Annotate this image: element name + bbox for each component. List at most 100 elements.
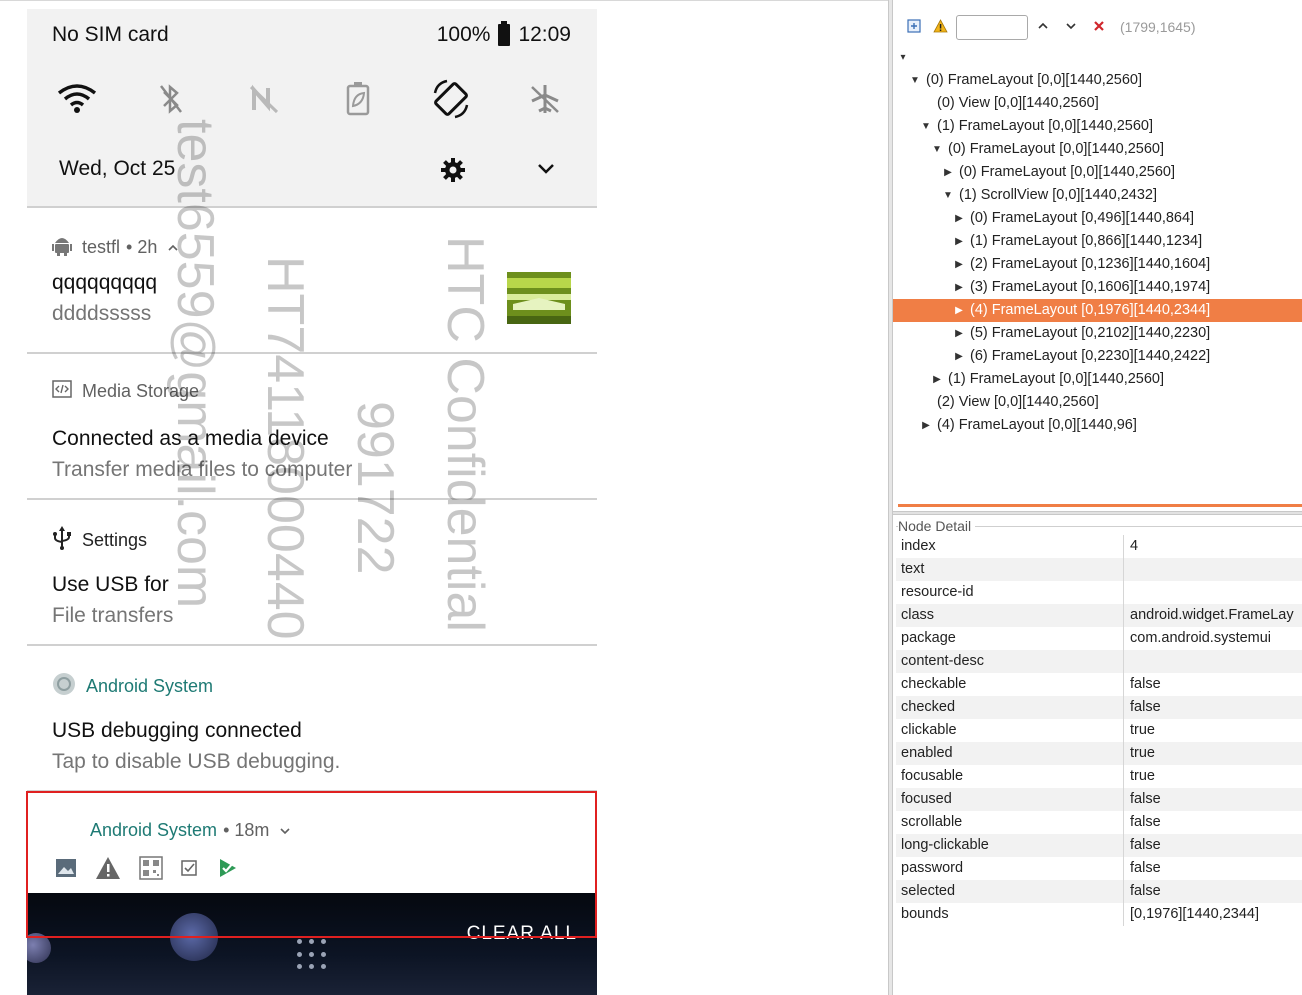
notification-media-storage[interactable]: Media Storage Connected as a media devic…	[27, 352, 597, 500]
property-row[interactable]: selected false	[896, 880, 1302, 903]
tree-node[interactable]: ▶ (6) FrameLayout [0,2230][1440,2422]	[893, 345, 1302, 368]
tree-node[interactable]: ▼ (1) ScrollView [0,0][1440,2432]	[893, 184, 1302, 207]
tree-root-arrow[interactable]: ▾	[897, 46, 909, 69]
tree-node[interactable]: ▶ (2) FrameLayout [0,1236][1440,1604]	[893, 253, 1302, 276]
collapse-arrow-icon[interactable]: ▼	[931, 138, 943, 161]
nfc-off-icon[interactable]	[244, 79, 284, 119]
app-drawer-icon[interactable]	[297, 939, 329, 971]
collapse-arrow-icon[interactable]: ▼	[920, 115, 932, 138]
tree-node[interactable]: ▶ (3) FrameLayout [0,1606][1440,1974]	[893, 276, 1302, 299]
collapse-arrow-icon[interactable]: ▼	[909, 69, 921, 92]
column-separator	[1123, 673, 1124, 696]
property-row[interactable]: index 4	[896, 535, 1302, 558]
tree-node[interactable]: (0) View [0,0][1440,2560]	[893, 92, 1302, 115]
expand-arrow-icon[interactable]: ▶	[931, 368, 943, 391]
tree-node[interactable]: ▼ (1) FrameLayout [0,0][1440,2560]	[893, 115, 1302, 138]
tree-node-label: (2) FrameLayout [0,1236][1440,1604]	[970, 256, 1211, 272]
property-key: enabled	[901, 745, 953, 761]
column-separator	[1123, 650, 1124, 673]
wallpaper-orb	[170, 913, 218, 961]
notification-text: File transfers	[52, 604, 174, 627]
notification-testfl[interactable]: testfl • 2h qqqqqqqqq ddddsssss	[27, 206, 597, 354]
property-value: [0,1976][1440,2344]	[1130, 906, 1260, 922]
tree-node[interactable]: ▶ (4) FrameLayout [0,0][1440,96]	[893, 414, 1302, 437]
property-value: true	[1130, 745, 1155, 761]
hierarchy-tree[interactable]: ▾ ▼ (0) FrameLayout [0,0][1440,2560] (0) V…	[893, 46, 1302, 506]
property-key: checkable	[901, 676, 967, 692]
property-row[interactable]: package com.android.systemui	[896, 627, 1302, 650]
tree-node[interactable]: (2) View [0,0][1440,2560]	[893, 391, 1302, 414]
property-row[interactable]: content-desc	[896, 650, 1302, 673]
column-separator	[1123, 696, 1124, 719]
quick-settings-panel: No SIM card 100% 12:09 Wed, Oct 25	[27, 9, 597, 206]
device-screenshot-pane[interactable]: No SIM card 100% 12:09 Wed, Oct 25 testf…	[0, 0, 888, 995]
column-separator	[1123, 811, 1124, 834]
property-key: clickable	[901, 722, 957, 738]
clock: 12:09	[518, 23, 571, 46]
tree-node[interactable]: ▶ (5) FrameLayout [0,2102][1440,2230]	[893, 322, 1302, 345]
chevron-down-icon[interactable]	[279, 820, 291, 841]
notification-android-system-group[interactable]: Android System • 18m	[27, 790, 597, 893]
tree-node[interactable]: ▶ (1) FrameLayout [0,0][1440,2560]	[893, 368, 1302, 391]
expand-arrow-icon[interactable]: ▶	[953, 345, 965, 368]
property-key: resource-id	[901, 584, 974, 600]
property-row[interactable]: bounds [0,1976][1440,2344]	[896, 903, 1302, 926]
tree-node[interactable]: ▶ (1) FrameLayout [0,866][1440,1234]	[893, 230, 1302, 253]
bluetooth-off-icon[interactable]	[151, 79, 191, 119]
property-row[interactable]: checkable false	[896, 673, 1302, 696]
clear-all-button[interactable]: CLEAR ALL	[467, 923, 577, 945]
expand-all-icon[interactable]	[906, 18, 922, 34]
chevron-down-icon[interactable]	[534, 159, 558, 179]
property-row[interactable]: checked false	[896, 696, 1302, 719]
expand-arrow-icon[interactable]: ▶	[953, 276, 965, 299]
phone-screen[interactable]: No SIM card 100% 12:09 Wed, Oct 25 testf…	[27, 9, 597, 995]
expand-arrow-icon[interactable]: ▶	[953, 207, 965, 230]
chevron-up-icon[interactable]	[167, 237, 179, 258]
property-value: false	[1130, 860, 1161, 876]
tree-node[interactable]: ▼ (0) FrameLayout [0,0][1440,2560]	[893, 69, 1302, 92]
notification-usb-debugging[interactable]: Android System USB debugging connected T…	[27, 644, 597, 792]
property-row[interactable]: long-clickable false	[896, 834, 1302, 857]
expand-arrow-icon[interactable]: ▶	[920, 414, 932, 437]
gear-icon[interactable]	[440, 157, 466, 183]
property-key: text	[901, 561, 925, 577]
property-row[interactable]: scrollable false	[896, 811, 1302, 834]
expand-arrow-icon[interactable]: ▶	[953, 230, 965, 253]
tree-node[interactable]: ▶ (0) FrameLayout [0,496][1440,864]	[893, 207, 1302, 230]
status-right: 100% 12:09	[437, 21, 571, 47]
property-row[interactable]: focused false	[896, 788, 1302, 811]
wifi-icon[interactable]	[57, 79, 97, 119]
property-row[interactable]: text	[896, 558, 1302, 581]
tree-node[interactable]: ▼ (0) FrameLayout [0,0][1440,2560]	[893, 138, 1302, 161]
property-row[interactable]: clickable true	[896, 719, 1302, 742]
clear-search-icon[interactable]	[1091, 18, 1107, 34]
property-row[interactable]: focusable true	[896, 765, 1302, 788]
property-row[interactable]: password false	[896, 857, 1302, 880]
warning-icon[interactable]	[932, 18, 948, 34]
chevron-up-icon[interactable]	[1035, 18, 1051, 34]
battery-saver-icon[interactable]	[338, 79, 378, 119]
property-row[interactable]: enabled true	[896, 742, 1302, 765]
tree-node-label: (0) FrameLayout [0,496][1440,864]	[970, 210, 1195, 226]
tree-node[interactable]: ▶ (4) FrameLayout [0,1976][1440,2344]	[893, 299, 1302, 322]
expand-arrow-icon[interactable]: ▶	[953, 299, 965, 322]
search-input[interactable]	[956, 15, 1028, 40]
notification-text: ddddsssss	[52, 302, 152, 325]
property-key: selected	[901, 883, 956, 899]
notification-title: Connected as a media device	[52, 427, 329, 450]
collapse-arrow-icon[interactable]: ▼	[942, 184, 954, 207]
property-row[interactable]: resource-id	[896, 581, 1302, 604]
expand-arrow-icon[interactable]: ▶	[942, 161, 954, 184]
tree-root-toggle[interactable]: ▾	[893, 46, 1302, 69]
property-key: long-clickable	[901, 837, 989, 853]
airplane-mode-icon[interactable]	[525, 79, 565, 119]
notification-settings-usb[interactable]: Settings Use USB for File transfers	[27, 498, 597, 646]
property-row[interactable]: class android.widget.FrameLay	[896, 604, 1302, 627]
expand-arrow-icon[interactable]: ▶	[953, 253, 965, 276]
property-value: false	[1130, 883, 1161, 899]
chevron-down-icon[interactable]	[1063, 18, 1079, 34]
tree-node[interactable]: ▶ (0) FrameLayout [0,0][1440,2560]	[893, 161, 1302, 184]
auto-rotate-icon[interactable]	[431, 79, 471, 119]
notification-header: testfl • 2h	[52, 234, 179, 261]
expand-arrow-icon[interactable]: ▶	[953, 322, 965, 345]
